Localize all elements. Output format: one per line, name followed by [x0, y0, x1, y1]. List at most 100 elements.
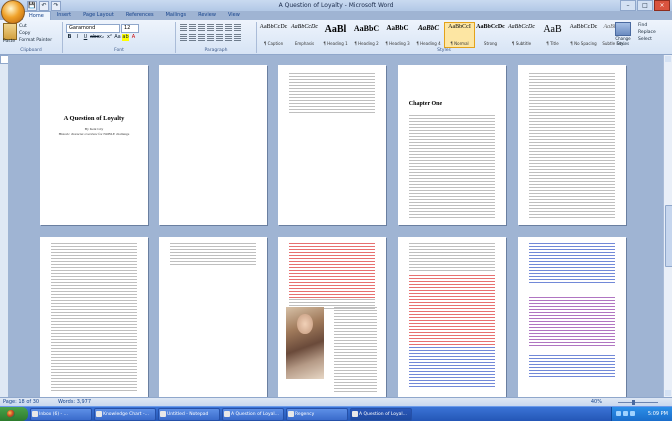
find-button[interactable]: Find — [638, 22, 656, 29]
tab-review[interactable]: Review — [192, 11, 222, 20]
font-group: Garamond 12 B I U abe x₂ x² Aa ab A Font — [63, 22, 176, 53]
style-heading-1[interactable]: AaBl ¶ Heading 1 — [320, 22, 351, 48]
shading-icon[interactable] — [225, 34, 232, 41]
change-case-button[interactable]: Aa — [114, 34, 121, 41]
font-name-select[interactable]: Garamond — [66, 24, 120, 33]
style-no-spacing[interactable]: AaBbCcDc ¶ No Spacing — [568, 22, 599, 48]
format-painter-button[interactable]: Format Painter — [19, 38, 52, 43]
start-button[interactable] — [0, 407, 28, 421]
style-heading-4[interactable]: AaBbC ¶ Heading 4 — [413, 22, 444, 48]
volume-icon[interactable] — [623, 411, 628, 416]
zoom-knob[interactable] — [632, 400, 635, 405]
office-button[interactable] — [1, 0, 25, 24]
task-notepad[interactable]: Untitled - Notepad — [158, 408, 220, 421]
style-sample: AaBbCcDc — [569, 24, 598, 30]
zoom-level[interactable]: 40% — [591, 399, 602, 405]
page-count[interactable]: Page: 18 of 30 — [3, 399, 39, 405]
style-caption[interactable]: AaBbCcDc ¶ Caption — [258, 22, 289, 48]
highlight-button[interactable]: ab — [122, 34, 129, 41]
page-3[interactable] — [278, 65, 386, 225]
copy-button[interactable]: Copy — [19, 31, 30, 36]
style-heading-2[interactable]: AaBbC ¶ Heading 2 — [351, 22, 382, 48]
paste-button[interactable]: Paste — [3, 39, 15, 44]
page-7[interactable] — [159, 237, 267, 397]
page-8[interactable] — [278, 237, 386, 397]
task-regency[interactable]: Regency — [286, 408, 348, 421]
line-spacing-icon[interactable] — [216, 34, 223, 41]
task-inbox[interactable]: Inbox (6) - ... — [30, 408, 92, 421]
change-styles-button[interactable]: Change Styles — [612, 22, 634, 46]
zoom-slider[interactable] — [606, 400, 666, 405]
align-right-icon[interactable] — [198, 34, 205, 41]
tab-page-layout[interactable]: Page Layout — [77, 11, 120, 20]
increase-indent-icon[interactable] — [216, 24, 223, 31]
paragraph-row-1 — [180, 24, 241, 31]
task-question-loyalty-2[interactable]: A Question of Loyal... — [350, 408, 412, 421]
style-title[interactable]: AaB ¶ Title — [537, 22, 568, 48]
maximize-button[interactable]: □ — [637, 0, 653, 11]
task-question-loyalty-1[interactable]: A Question of Loyal... — [222, 408, 284, 421]
style-sample: AaBbC — [417, 24, 439, 32]
scroll-thumb[interactable] — [665, 205, 672, 267]
embedded-portrait-image[interactable] — [286, 307, 324, 379]
security-icon[interactable] — [630, 411, 635, 416]
tab-home[interactable]: Home — [22, 11, 51, 20]
style-sample: AaBbCcDc — [476, 24, 505, 30]
task-knowledge-chart[interactable]: Knowledge Chart -... — [94, 408, 156, 421]
style-subtitle[interactable]: AaBbCcDc ¶ Subtitle — [506, 22, 537, 48]
font-size-select[interactable]: 12 — [121, 24, 139, 33]
style-strong[interactable]: AaBbCcDc Strong — [475, 22, 506, 48]
style-normal[interactable]: AaBbCcI ¶ Normal — [444, 22, 475, 48]
bold-button[interactable]: B — [66, 34, 73, 41]
paragraph-group: Paragraph — [176, 22, 257, 53]
style-emphasis[interactable]: AaBbCcDc Emphasis — [289, 22, 320, 48]
close-button[interactable]: × — [654, 0, 670, 11]
vertical-scrollbar[interactable] — [663, 55, 672, 397]
page-2[interactable] — [159, 65, 267, 225]
paste-icon[interactable] — [3, 23, 17, 40]
font-label: Font — [114, 48, 124, 53]
network-icon[interactable] — [616, 411, 621, 416]
justify-icon[interactable] — [207, 34, 214, 41]
decrease-indent-icon[interactable] — [207, 24, 214, 31]
align-left-icon[interactable] — [180, 34, 187, 41]
font-color-button[interactable]: A — [130, 34, 137, 41]
show-marks-icon[interactable] — [234, 24, 241, 31]
page-4[interactable]: Chapter One — [398, 65, 506, 225]
borders-icon[interactable] — [234, 34, 241, 41]
cut-button[interactable]: Cut — [19, 24, 27, 29]
page-text — [50, 243, 138, 393]
page-5[interactable] — [518, 65, 626, 225]
word-count[interactable]: Words: 3,977 — [58, 399, 91, 405]
bullets-icon[interactable] — [180, 24, 187, 31]
select-button[interactable]: Select — [638, 36, 656, 43]
tab-references[interactable]: References — [120, 11, 160, 20]
italic-button[interactable]: I — [74, 34, 81, 41]
page-9[interactable] — [398, 237, 506, 397]
style-heading-3[interactable]: AaBbC ¶ Heading 3 — [382, 22, 413, 48]
tab-insert[interactable]: Insert — [51, 11, 77, 20]
style-sample: AaBbC — [386, 24, 409, 32]
scroll-up-arrow[interactable] — [665, 56, 671, 62]
subscript-button[interactable]: x₂ — [98, 34, 105, 41]
numbering-icon[interactable] — [189, 24, 196, 31]
style-sample: AaBbCcI — [448, 24, 471, 30]
sort-icon[interactable] — [225, 24, 232, 31]
multilevel-list-icon[interactable] — [198, 24, 205, 31]
superscript-button[interactable]: x² — [106, 34, 113, 41]
scroll-down-arrow[interactable] — [665, 390, 671, 396]
page-10[interactable] — [518, 237, 626, 397]
replace-button[interactable]: Replace — [638, 29, 656, 36]
tracked-changes-text — [288, 243, 376, 299]
strikethrough-button[interactable]: abe — [90, 34, 99, 41]
style-name: ¶ Heading 4 — [416, 41, 441, 46]
document-area[interactable]: A Question of Loyalty By Kent Lily Histo… — [8, 55, 664, 397]
page-1[interactable]: A Question of Loyalty By Kent Lily Histo… — [40, 65, 148, 225]
tab-view[interactable]: View — [222, 11, 246, 20]
style-name: Emphasis — [294, 41, 315, 46]
minimize-button[interactable]: – — [620, 0, 636, 11]
page-6[interactable] — [40, 237, 148, 397]
underline-button[interactable]: U — [82, 34, 89, 41]
align-center-icon[interactable] — [189, 34, 196, 41]
tab-mailings[interactable]: Mailings — [160, 11, 193, 20]
